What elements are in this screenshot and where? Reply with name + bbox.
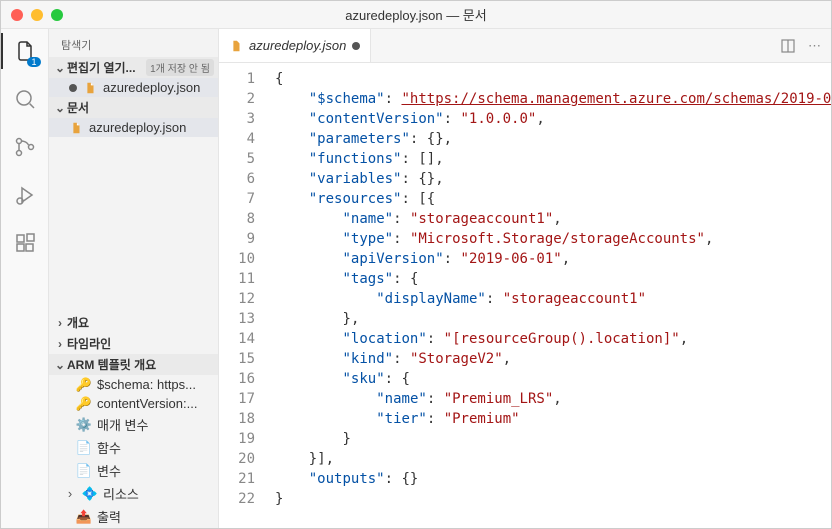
source-control-icon[interactable] bbox=[11, 133, 39, 161]
sidebar-title: 탐색기 bbox=[49, 29, 218, 57]
chevron-right-icon: › bbox=[53, 337, 67, 351]
folder-file-item[interactable]: azuredeploy.json bbox=[49, 118, 218, 137]
folder-header[interactable]: ⌄ 문서 bbox=[49, 97, 218, 118]
open-editor-filename: azuredeploy.json bbox=[103, 80, 200, 95]
unsaved-badge: 1개 저장 안 됨 bbox=[146, 59, 214, 76]
outline-schema[interactable]: 🔑 $schema: https... bbox=[49, 375, 218, 394]
variable-icon: 📄 bbox=[77, 464, 91, 478]
chevron-right-icon: › bbox=[63, 486, 77, 501]
chevron-down-icon: ⌄ bbox=[53, 358, 67, 372]
explorer-badge: 1 bbox=[27, 57, 40, 67]
vscode-window: azuredeploy.json — 문서 1 탐색기 ⌄ bbox=[0, 0, 832, 529]
key-icon: 🔑 bbox=[77, 397, 91, 411]
timeline-header[interactable]: › 타임라인 bbox=[49, 333, 218, 354]
traffic-lights bbox=[11, 9, 63, 21]
outline-functions[interactable]: 📄 함수 bbox=[49, 436, 218, 459]
gear-icon: ⚙️ bbox=[77, 418, 91, 432]
close-window-button[interactable] bbox=[11, 9, 23, 21]
tab-actions: ⋯ bbox=[780, 29, 831, 62]
tab-label: azuredeploy.json bbox=[249, 38, 346, 53]
json-file-icon bbox=[69, 121, 83, 135]
resource-icon: 💠 bbox=[83, 487, 97, 501]
split-editor-icon[interactable] bbox=[780, 38, 796, 54]
timeline-label: 타임라인 bbox=[67, 335, 111, 352]
key-icon: 🔑 bbox=[77, 378, 91, 392]
more-actions-icon[interactable]: ⋯ bbox=[808, 38, 821, 54]
maximize-window-button[interactable] bbox=[51, 9, 63, 21]
chevron-down-icon: ⌄ bbox=[53, 61, 67, 75]
outline-parameters[interactable]: ⚙️ 매개 변수 bbox=[49, 413, 218, 436]
open-editors-label: 편집기 열기... bbox=[67, 59, 136, 76]
modified-indicator-icon bbox=[352, 42, 360, 50]
json-file-icon bbox=[83, 81, 97, 95]
explorer-icon[interactable]: 1 bbox=[11, 37, 39, 65]
folder-filename: azuredeploy.json bbox=[89, 120, 186, 135]
outline-contentversion[interactable]: 🔑 contentVersion:... bbox=[49, 394, 218, 413]
output-icon: 📤 bbox=[77, 510, 91, 524]
line-gutter: 12345678910111213141516171819202122 bbox=[219, 63, 267, 528]
outline-label: 개요 bbox=[67, 314, 89, 331]
open-editors-header[interactable]: ⌄ 편집기 열기... 1개 저장 안 됨 bbox=[49, 57, 218, 78]
outline-variables[interactable]: 📄 변수 bbox=[49, 459, 218, 482]
sidebar: 탐색기 ⌄ 편집기 열기... 1개 저장 안 됨 azuredeploy.js… bbox=[49, 29, 219, 528]
search-icon[interactable] bbox=[11, 85, 39, 113]
outline-resources[interactable]: › 💠 리소스 bbox=[49, 482, 218, 505]
arm-outline-header[interactable]: ⌄ ARM 템플릿 개요 bbox=[49, 354, 218, 375]
json-file-icon bbox=[229, 39, 243, 53]
outline-outputs[interactable]: 📤 출력 bbox=[49, 505, 218, 528]
editor-area: azuredeploy.json ⋯ 123456789101112131415… bbox=[219, 29, 831, 528]
arm-outline-label: ARM 템플릿 개요 bbox=[67, 356, 156, 373]
tab-bar: azuredeploy.json ⋯ bbox=[219, 29, 831, 63]
modified-indicator-icon bbox=[69, 84, 77, 92]
window-body: 1 탐색기 ⌄ 편집기 열기... 1개 저장 안 됨 bbox=[1, 29, 831, 528]
minimize-window-button[interactable] bbox=[31, 9, 43, 21]
tab-azuredeploy[interactable]: azuredeploy.json bbox=[219, 29, 371, 62]
open-editor-item[interactable]: azuredeploy.json bbox=[49, 78, 218, 97]
function-icon: 📄 bbox=[77, 441, 91, 455]
folder-label: 문서 bbox=[67, 99, 89, 116]
code-content[interactable]: { "$schema": "https://schema.management.… bbox=[267, 63, 831, 528]
chevron-right-icon: › bbox=[53, 316, 67, 330]
activity-bar: 1 bbox=[1, 29, 49, 528]
outline-header[interactable]: › 개요 bbox=[49, 312, 218, 333]
chevron-down-icon: ⌄ bbox=[53, 101, 67, 115]
code-editor[interactable]: 12345678910111213141516171819202122 { "$… bbox=[219, 63, 831, 528]
window-title: azuredeploy.json — 문서 bbox=[1, 5, 831, 24]
debug-icon[interactable] bbox=[11, 181, 39, 209]
titlebar: azuredeploy.json — 문서 bbox=[1, 1, 831, 29]
extensions-icon[interactable] bbox=[11, 229, 39, 257]
